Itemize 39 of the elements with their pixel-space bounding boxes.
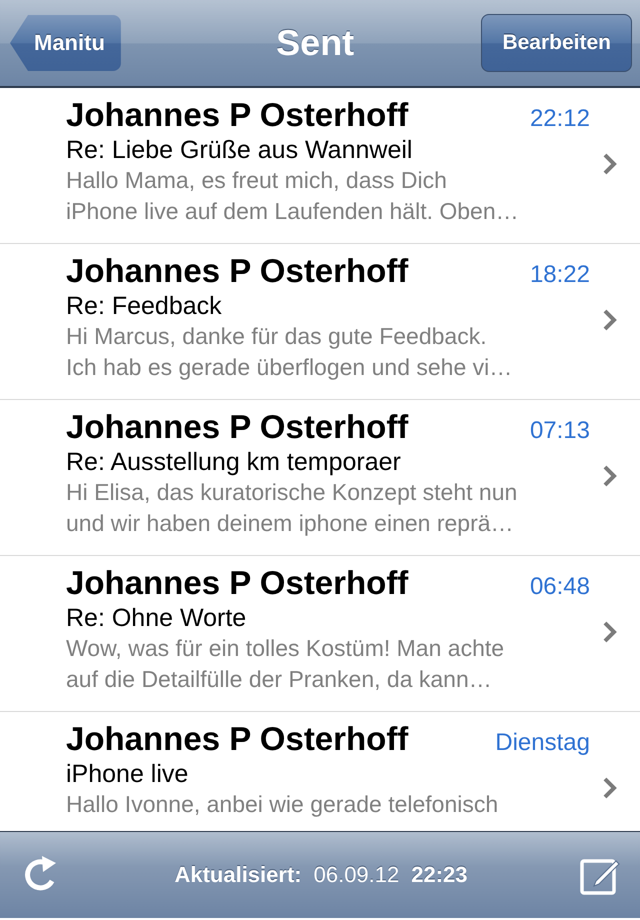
message-time: Dienstag — [495, 729, 591, 757]
chevron-icon — [602, 620, 618, 644]
updated-date: 06.09.12 — [314, 862, 400, 888]
message-sender: Johannes P Osterhoff — [66, 408, 408, 446]
message-sender: Johannes P Osterhoff — [66, 96, 408, 134]
message-row[interactable]: Johannes P Osterhoff 06:48 Re: Ohne Worte Wow, was für ein tolles Kostüm! Man achte auf die Detailfülle der Pranken, da kann… — [0, 556, 640, 712]
nav-title: Sent — [276, 22, 354, 64]
message-subject: iPhone live — [66, 760, 190, 789]
chevron-icon — [602, 308, 618, 332]
message-sender: Johannes P Osterhoff — [66, 252, 408, 290]
message-time: 06:48 — [530, 573, 591, 601]
updated-time: 22:23 — [411, 862, 468, 888]
message-preview-line: Hallo Mama, es freut mich, dass Dich — [66, 166, 448, 195]
message-time: 18:22 — [530, 261, 591, 289]
message-time: 07:13 — [530, 417, 591, 445]
message-preview-line: Ich hab es gerade überflogen und sehe vi… — [66, 353, 514, 382]
message-time: 22:12 — [530, 105, 591, 133]
message-subject: Re: Ohne Worte — [66, 604, 248, 633]
message-row[interactable]: Johannes P Osterhoff 18:22 Re: Feedback Hi Marcus, danke für das gute Feedback. Ich hab es gerade überflogen und sehe vi… — [0, 244, 640, 400]
message-preview-line: Wow, was für ein tolles Kostüm! Man achte — [66, 634, 506, 663]
message-preview-line: iPhone live auf dem Laufenden hält. Oben… — [66, 197, 520, 226]
message-sender: Johannes P Osterhoff — [66, 564, 408, 602]
message-preview-line: Hi Elisa, das kuratorische Konzept steht nun — [66, 478, 518, 507]
edit-button[interactable]: Bearbeiten — [481, 14, 632, 72]
message-subject: Re: Feedback — [66, 292, 223, 321]
message-sender: Johannes P Osterhoff — [66, 720, 408, 758]
message-preview-line: Hallo Ivonne, anbei wie gerade telefonisch — [66, 790, 500, 819]
updated-label: Aktualisiert: — [174, 862, 302, 888]
message-preview-line: und wir haben deinem iphone einen reprä… — [66, 509, 515, 538]
message-subject: Re: Ausstellung km temporaer — [66, 448, 402, 477]
message-preview-line: Hi Marcus, danke für das gute Feedback. — [66, 322, 488, 351]
back-button[interactable]: Manitu — [10, 15, 121, 71]
message-preview-line: auf die Detailfülle der Pranken, da kann… — [66, 665, 493, 694]
chevron-icon — [602, 776, 618, 800]
message-row[interactable]: Johannes P Osterhoff 22:12 Re: Liebe Grüße aus Wannweil Hallo Mama, es freut mich, dass Dich iPhone live auf dem Laufenden hält. Oben… — [0, 88, 640, 244]
chevron-icon — [602, 152, 618, 176]
message-subject: Re: Liebe Grüße aus Wannweil — [66, 136, 414, 165]
message-row[interactable]: Johannes P Osterhoff 07:13 Re: Ausstellung km temporaer Hi Elisa, das kuratorische Konzept steht nun und wir haben deinem iphone einen reprä… — [0, 400, 640, 556]
chevron-icon — [602, 464, 618, 488]
